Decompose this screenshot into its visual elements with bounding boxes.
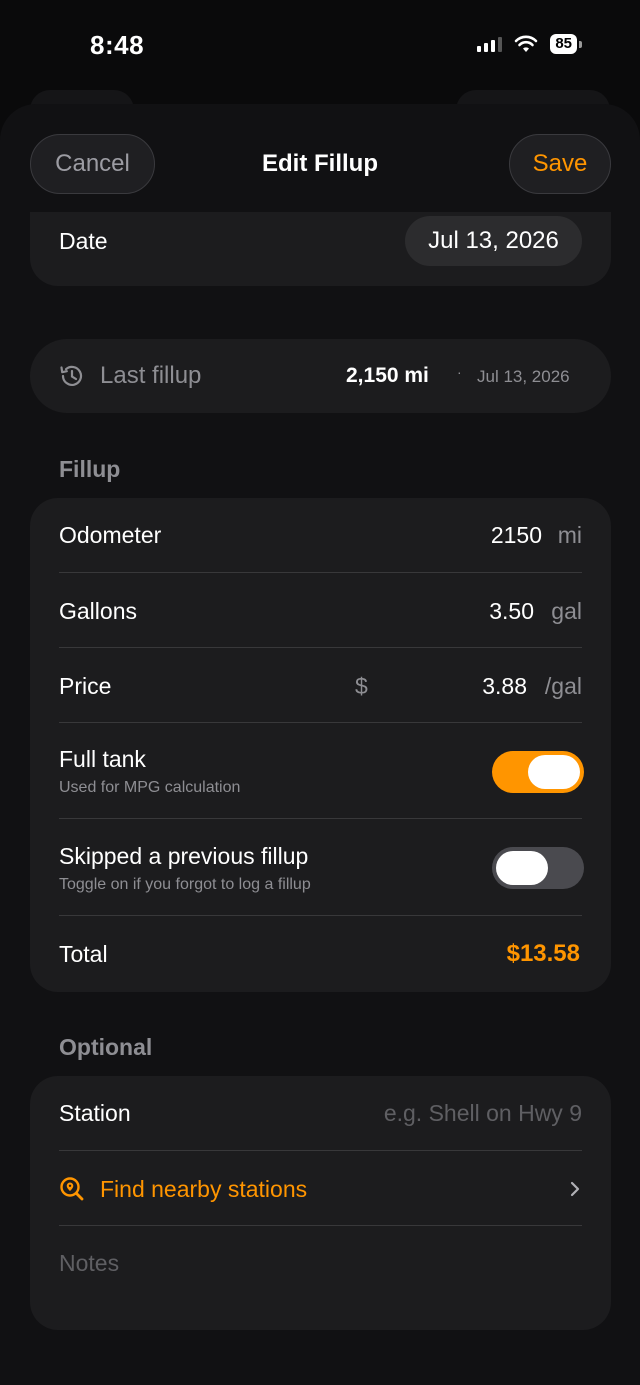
station-label: Station	[59, 1100, 131, 1126]
date-label: Date	[59, 228, 108, 254]
total-value: $13.58	[506, 940, 580, 967]
divider	[59, 915, 582, 916]
notes-input[interactable]: Notes	[59, 1250, 119, 1277]
total-label: Total	[59, 941, 108, 967]
divider	[59, 818, 582, 819]
last-fillup-date: Jul 13, 2026	[477, 367, 570, 386]
divider	[59, 722, 582, 723]
status-icons: 85	[477, 34, 582, 54]
price-label: Price	[59, 673, 112, 699]
gallons-label: Gallons	[59, 598, 137, 624]
divider	[59, 1225, 582, 1226]
date-picker-button[interactable]: Jul 13, 2026	[405, 216, 582, 266]
station-input[interactable]: e.g. Shell on Hwy 9	[384, 1100, 582, 1127]
skipped-fillup-sublabel: Toggle on if you forgot to log a fillup	[59, 876, 311, 893]
odometer-unit: mi	[557, 522, 582, 548]
divider	[59, 647, 582, 648]
price-unit: /gal	[544, 673, 582, 699]
last-fillup-odometer: 2,150 mi	[346, 364, 429, 387]
divider	[59, 572, 582, 573]
gallons-input[interactable]: 3.50	[489, 598, 534, 625]
find-nearby-stations-link[interactable]: Find nearby stations	[100, 1176, 307, 1203]
fillup-section-heading: Fillup	[59, 456, 121, 482]
chevron-right-icon[interactable]	[568, 1180, 582, 1198]
history-clock-icon	[60, 365, 83, 386]
full-tank-sublabel: Used for MPG calculation	[59, 779, 241, 796]
full-tank-label: Full tank	[59, 746, 146, 772]
odometer-input[interactable]: 2150	[491, 522, 542, 549]
battery-icon: 85	[550, 34, 582, 54]
wifi-icon	[515, 35, 538, 52]
gallons-unit: gal	[551, 598, 582, 624]
currency-symbol: $	[355, 673, 368, 699]
search-location-icon	[60, 1177, 84, 1201]
save-button[interactable]: Save	[509, 134, 611, 194]
separator-dot: ·	[457, 364, 462, 380]
skipped-fillup-toggle[interactable]	[492, 847, 584, 889]
cellular-signal-icon	[477, 36, 503, 52]
battery-level: 85	[550, 34, 577, 54]
price-input[interactable]: 3.88	[482, 673, 527, 700]
full-tank-toggle[interactable]	[492, 751, 584, 793]
last-fillup-label: Last fillup	[100, 362, 202, 389]
odometer-label: Odometer	[59, 522, 162, 548]
skipped-fillup-label: Skipped a previous fillup	[59, 843, 309, 869]
divider	[59, 1150, 582, 1151]
optional-section-heading: Optional	[59, 1034, 153, 1060]
status-time: 8:48	[90, 30, 145, 60]
